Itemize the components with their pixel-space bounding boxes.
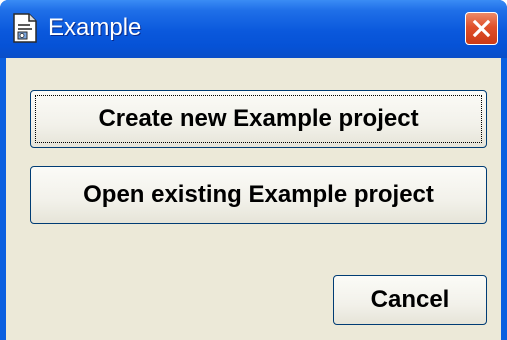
dialog-window: Example Create new Example project Open … — [0, 0, 507, 340]
document-icon — [12, 13, 38, 43]
cancel-button[interactable]: Cancel — [333, 275, 487, 325]
close-button[interactable] — [465, 12, 498, 45]
open-project-label: Open existing Example project — [83, 181, 434, 208]
cancel-label: Cancel — [370, 286, 450, 313]
create-project-button[interactable]: Create new Example project — [30, 90, 487, 148]
create-project-label: Create new Example project — [98, 105, 419, 132]
title-bar[interactable]: Example — [0, 0, 507, 58]
open-project-button[interactable]: Open existing Example project — [30, 166, 487, 224]
window-title: Example — [48, 14, 142, 41]
